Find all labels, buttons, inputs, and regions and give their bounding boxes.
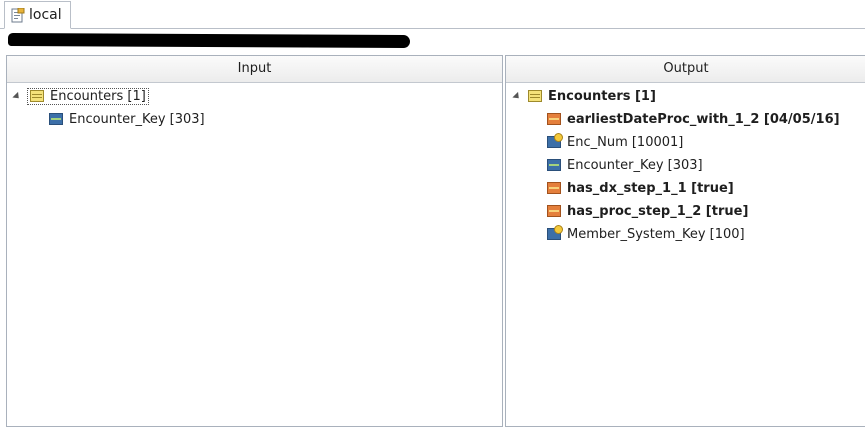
tab-strip: local bbox=[0, 0, 865, 29]
output-field-label: has_dx_step_1_1 [true] bbox=[567, 180, 734, 196]
expand-arrow-icon[interactable] bbox=[512, 91, 522, 101]
entity-icon bbox=[30, 90, 44, 102]
input-header: Input bbox=[7, 56, 502, 83]
output-field-label: Encounter_Key [303] bbox=[567, 157, 703, 173]
key-field-icon bbox=[547, 225, 563, 240]
input-root-node[interactable]: Encounters [1] bbox=[12, 85, 149, 107]
output-field-node[interactable]: Member_System_Key [100] bbox=[547, 223, 745, 245]
output-field-node[interactable]: has_dx_step_1_1 [true] bbox=[547, 177, 734, 199]
input-panel: Input Encounters [1] Encounter_Key [303] bbox=[6, 55, 503, 427]
output-root-label: Encounters [1] bbox=[548, 88, 656, 104]
input-root-focus: Encounters [1] bbox=[27, 87, 149, 105]
input-root-label: Encounters [1] bbox=[50, 88, 146, 104]
computed-field-icon bbox=[547, 113, 561, 125]
input-field-node[interactable]: Encounter_Key [303] bbox=[49, 108, 205, 130]
expand-arrow-icon[interactable] bbox=[12, 91, 22, 101]
key-field-icon bbox=[547, 133, 563, 148]
input-field-label: Encounter_Key [303] bbox=[69, 111, 205, 127]
computed-field-icon bbox=[547, 182, 561, 194]
output-field-node[interactable]: earliestDateProc_with_1_2 [04/05/16] bbox=[547, 108, 840, 130]
output-field-label: Member_System_Key [100] bbox=[567, 226, 745, 242]
computed-field-icon bbox=[547, 205, 561, 217]
output-header: Output bbox=[506, 56, 865, 83]
output-field-node[interactable]: Enc_Num [10001] bbox=[547, 131, 683, 153]
tab-local[interactable]: local bbox=[4, 1, 71, 29]
output-field-node[interactable]: has_proc_step_1_2 [true] bbox=[547, 200, 748, 222]
output-field-label: has_proc_step_1_2 [true] bbox=[567, 203, 749, 219]
redacted-text bbox=[8, 32, 410, 49]
output-panel: Output Encounters [1] earliestDateProc_w… bbox=[505, 55, 865, 427]
entity-icon bbox=[528, 90, 542, 102]
field-icon bbox=[49, 113, 63, 125]
output-field-label: Enc_Num [10001] bbox=[567, 134, 684, 150]
document-icon bbox=[11, 7, 25, 23]
output-root-node[interactable]: Encounters [1] bbox=[512, 85, 656, 107]
tab-label: local bbox=[29, 7, 62, 23]
path-bar bbox=[0, 30, 865, 52]
output-field-label: earliestDateProc_with_1_2 [04/05/16] bbox=[567, 111, 840, 127]
output-field-node[interactable]: Encounter_Key [303] bbox=[547, 154, 703, 176]
field-icon bbox=[547, 159, 561, 171]
